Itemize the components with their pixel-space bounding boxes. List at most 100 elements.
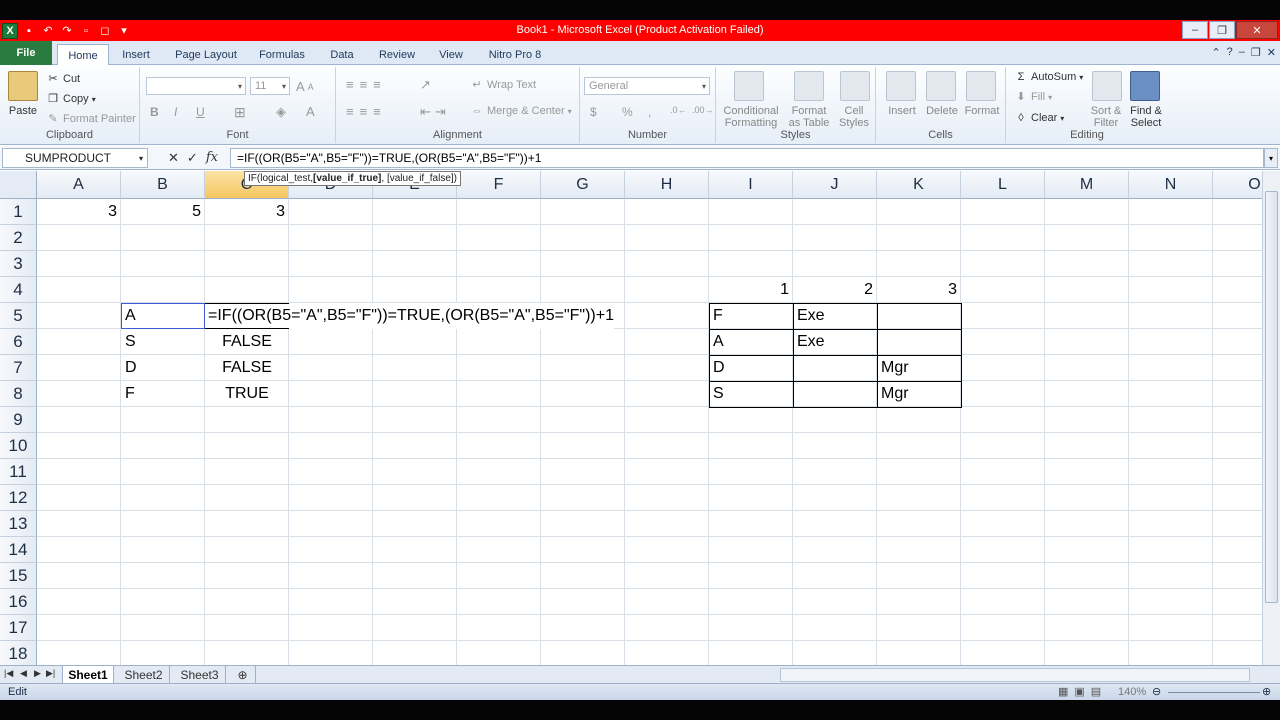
row-header-4[interactable]: 4 — [0, 277, 37, 303]
cell-C1[interactable]: 3 — [205, 199, 289, 225]
row-header-12[interactable]: 12 — [0, 485, 37, 511]
next-sheet-icon[interactable]: ▶ — [34, 668, 41, 679]
cell-B1[interactable]: 5 — [121, 199, 205, 225]
column-header-G[interactable]: G — [541, 171, 625, 199]
delete-cells-button[interactable]: Delete — [920, 105, 964, 117]
formula-input[interactable]: =IF((OR(B5="A",B5="F"))=TRUE,(OR(B5="A",… — [230, 148, 1264, 168]
row-header-1[interactable]: 1 — [0, 199, 37, 225]
tab-home[interactable]: Home — [57, 44, 109, 66]
cell-I7[interactable]: D — [709, 355, 793, 381]
row-header-8[interactable]: 8 — [0, 381, 37, 407]
sheet-tab-3[interactable]: Sheet3 — [174, 666, 226, 683]
tab-data[interactable]: Data — [322, 44, 362, 65]
fill-button[interactable]: ⬇ Fill ▾ — [1014, 91, 1052, 103]
column-header-M[interactable]: M — [1045, 171, 1129, 199]
format-cells-icon[interactable] — [966, 71, 996, 101]
delete-cells-icon[interactable] — [926, 71, 956, 101]
row-header-6[interactable]: 6 — [0, 329, 37, 355]
doc-close-icon[interactable]: ✕ — [1267, 46, 1276, 59]
cell-B6[interactable]: S — [121, 329, 205, 355]
paste-button[interactable]: Paste — [4, 105, 42, 117]
row-header-9[interactable]: 9 — [0, 407, 37, 433]
row-header-2[interactable]: 2 — [0, 225, 37, 251]
copy-button[interactable]: ❐ Copy ▾ — [46, 93, 96, 105]
row-header-11[interactable]: 11 — [0, 459, 37, 485]
cell-I4[interactable]: 1 — [709, 277, 793, 303]
underline-button[interactable]: U — [196, 105, 205, 119]
row-header-14[interactable]: 14 — [0, 537, 37, 563]
clear-button[interactable]: ◊ Clear ▾ — [1014, 112, 1064, 124]
last-sheet-icon[interactable]: ▶| — [46, 668, 55, 679]
conditional-formatting-button[interactable]: Conditional Formatting — [718, 105, 784, 129]
expand-formula-bar-icon[interactable]: ▾ — [1264, 148, 1278, 168]
insert-function-icon[interactable]: fx — [206, 150, 218, 166]
tooltip-current-arg[interactable]: [value_if_true] — [313, 173, 381, 184]
row-header-16[interactable]: 16 — [0, 589, 37, 615]
cell-I8[interactable]: S — [709, 381, 793, 407]
redo-icon[interactable]: ↷ — [59, 23, 75, 39]
comma-button[interactable]: , — [648, 105, 651, 119]
insert-sheet-icon[interactable]: ⊕ — [230, 666, 256, 683]
grow-font-button[interactable]: AA — [296, 79, 314, 94]
doc-restore-icon[interactable]: ❐ — [1251, 46, 1261, 59]
italic-button[interactable]: I — [174, 105, 177, 119]
tab-page-layout[interactable]: Page Layout — [168, 44, 244, 65]
tab-review[interactable]: Review — [372, 44, 422, 65]
cell-styles-icon[interactable] — [840, 71, 870, 101]
sheet-tab-1[interactable]: Sheet1 — [62, 666, 114, 683]
zoom-slider[interactable] — [1168, 692, 1260, 693]
format-painter-button[interactable]: ✎ Format Painter — [46, 113, 135, 125]
column-header-O[interactable]: O — [1213, 171, 1262, 199]
preview-icon[interactable]: ◻ — [97, 23, 113, 39]
enter-icon[interactable]: ✓ — [187, 150, 198, 166]
cell-K4[interactable]: 3 — [877, 277, 961, 303]
vertical-scroll-thumb[interactable] — [1265, 191, 1278, 603]
insert-cells-icon[interactable] — [886, 71, 916, 101]
find-select-button[interactable]: Find & Select — [1124, 105, 1168, 129]
borders-icon[interactable]: ⊞ — [234, 104, 246, 121]
row-header-5[interactable]: 5 — [0, 303, 37, 329]
format-table-icon[interactable] — [794, 71, 824, 101]
tab-nitro[interactable]: Nitro Pro 8 — [480, 44, 550, 65]
currency-button[interactable]: $ — [590, 105, 597, 119]
number-format-dropdown[interactable]: General ▾ — [584, 77, 710, 95]
name-box[interactable]: SUMPRODUCT ▾ — [2, 148, 148, 168]
paste-icon[interactable] — [8, 71, 38, 101]
tab-file[interactable]: File — [0, 41, 52, 65]
font-size-dropdown[interactable]: 11 ▾ — [250, 77, 290, 95]
worksheet-grid[interactable]: ABCDEFGHIJKLMNO1234567891011121314151617… — [0, 171, 1262, 665]
autosum-button[interactable]: Σ AutoSum ▾ — [1014, 71, 1084, 83]
column-header-N[interactable]: N — [1129, 171, 1213, 199]
row-header-17[interactable]: 17 — [0, 615, 37, 641]
horizontal-align-icons[interactable]: ≡≡≡ — [346, 104, 387, 119]
cell-K8[interactable]: Mgr — [877, 381, 961, 407]
tab-formulas[interactable]: Formulas — [252, 44, 312, 65]
column-header-I[interactable]: I — [709, 171, 793, 199]
cell-styles-button[interactable]: Cell Styles — [834, 105, 874, 129]
cell-C7[interactable]: FALSE — [205, 355, 289, 381]
row-header-7[interactable]: 7 — [0, 355, 37, 381]
help-icon[interactable]: ? — [1227, 46, 1233, 59]
binoculars-icon[interactable] — [1130, 71, 1160, 101]
orientation-icon[interactable]: ↗ — [420, 77, 431, 93]
undo-icon[interactable]: ↶ — [40, 23, 56, 39]
format-cells-button[interactable]: Format — [960, 105, 1004, 117]
insert-cells-button[interactable]: Insert — [880, 105, 924, 117]
excel-logo-icon[interactable]: X — [2, 22, 18, 39]
increase-decimal-icon[interactable]: .0← — [670, 105, 687, 115]
cell-J5[interactable]: Exe — [793, 303, 877, 329]
doc-minimize-icon[interactable]: – — [1239, 46, 1245, 59]
format-as-table-button[interactable]: Format as Table — [784, 105, 834, 129]
bold-button[interactable]: B — [150, 105, 159, 119]
cell-B8[interactable]: F — [121, 381, 205, 407]
view-buttons[interactable]: ▦▣▤ — [1058, 685, 1107, 698]
row-header-10[interactable]: 10 — [0, 433, 37, 459]
select-all-corner[interactable] — [0, 171, 37, 199]
wrap-text-button[interactable]: ↵ Wrap Text — [470, 79, 536, 91]
conditional-formatting-icon[interactable] — [734, 71, 764, 101]
close-button[interactable]: ✕ — [1236, 21, 1278, 39]
row-header-13[interactable]: 13 — [0, 511, 37, 537]
cell-I6[interactable]: A — [709, 329, 793, 355]
customize-qat-icon[interactable]: ▾ — [116, 23, 132, 39]
sort-filter-button[interactable]: Sort & Filter — [1084, 105, 1128, 129]
